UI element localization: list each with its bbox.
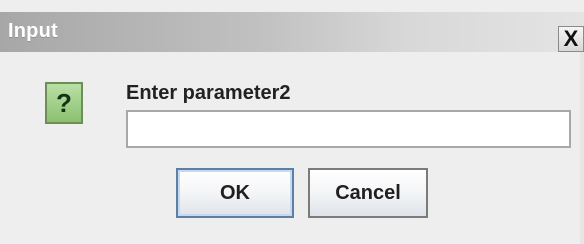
close-icon: X	[563, 26, 579, 51]
close-button[interactable]: X	[558, 26, 584, 52]
input-dialog: Input X ? Enter parameter2 OK Cancel	[0, 0, 584, 244]
cancel-button[interactable]: Cancel	[308, 168, 428, 218]
prompt-label: Enter parameter2	[126, 82, 291, 104]
title-bar[interactable]: Input X	[0, 12, 584, 52]
cancel-button-label: Cancel	[335, 181, 401, 204]
parameter-input[interactable]	[126, 110, 571, 148]
ok-button-label: OK	[220, 181, 250, 204]
ok-button[interactable]: OK	[176, 168, 294, 218]
question-icon: ?	[45, 82, 83, 124]
question-glyph: ?	[56, 87, 72, 118]
window-right-edge	[580, 52, 584, 244]
window-title: Input	[8, 20, 58, 42]
